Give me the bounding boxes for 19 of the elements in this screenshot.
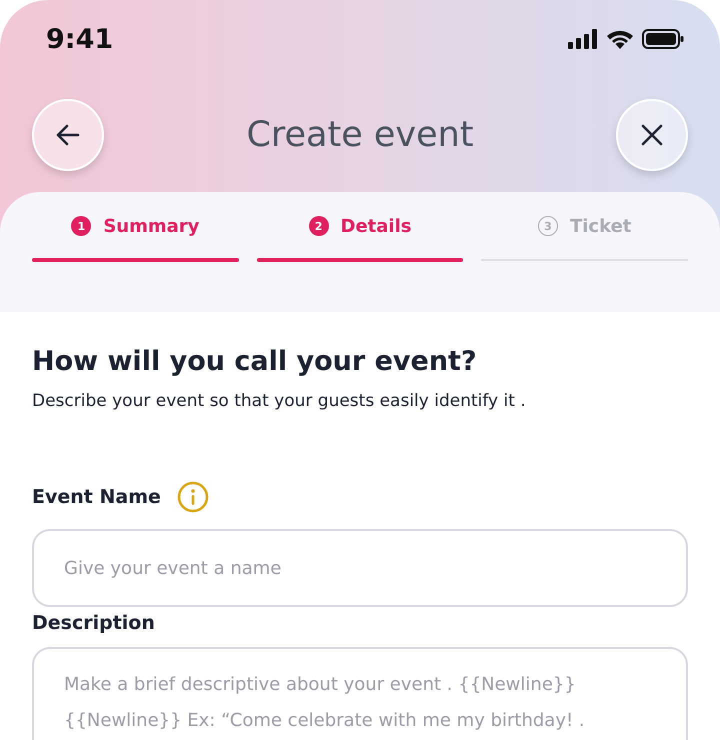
section-subtitle: Describe your event so that your guests easily identify it . — [32, 391, 527, 411]
step-number: 3 — [538, 216, 558, 236]
signal-icon — [568, 29, 598, 49]
wifi-icon — [606, 29, 634, 49]
back-arrow-icon — [56, 124, 80, 146]
page-title: Create event — [246, 115, 474, 155]
field-label: Event Name — [32, 486, 161, 508]
step-number: 1 — [71, 216, 92, 236]
step-tab[interactable]: 1 Summary — [71, 212, 200, 240]
event-name-field[interactable]: Give your event a name — [32, 529, 688, 607]
section-heading: How will you call your event? — [32, 346, 478, 377]
status-time: 9:41 — [46, 24, 114, 54]
close-icon — [640, 124, 663, 146]
step-tab[interactable]: 2 Details — [308, 212, 412, 240]
step-number: 2 — [308, 216, 329, 236]
back-button[interactable] — [32, 99, 104, 171]
field-label: Description — [32, 612, 155, 634]
battery-icon — [642, 29, 684, 49]
description-field[interactable]: Make a brief descriptive about your event . {{Newline}} {{Newline}} Ex: “Come celebrate with me my birthday! . — [32, 647, 688, 740]
